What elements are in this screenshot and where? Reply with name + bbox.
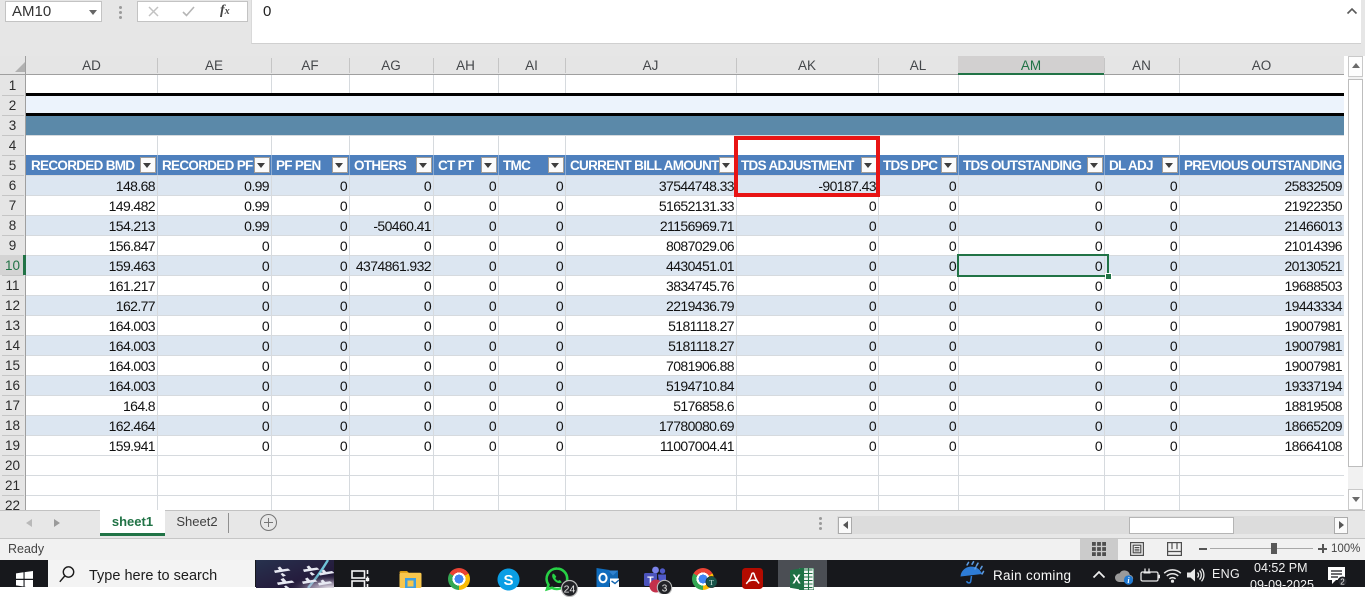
svg-text:T: T [709, 578, 714, 587]
svg-text:3: 3 [662, 583, 668, 594]
svg-text:X: X [792, 573, 801, 587]
svg-text:S: S [503, 572, 513, 589]
svg-text:24: 24 [564, 584, 576, 596]
svg-text:2: 2 [1340, 578, 1345, 587]
